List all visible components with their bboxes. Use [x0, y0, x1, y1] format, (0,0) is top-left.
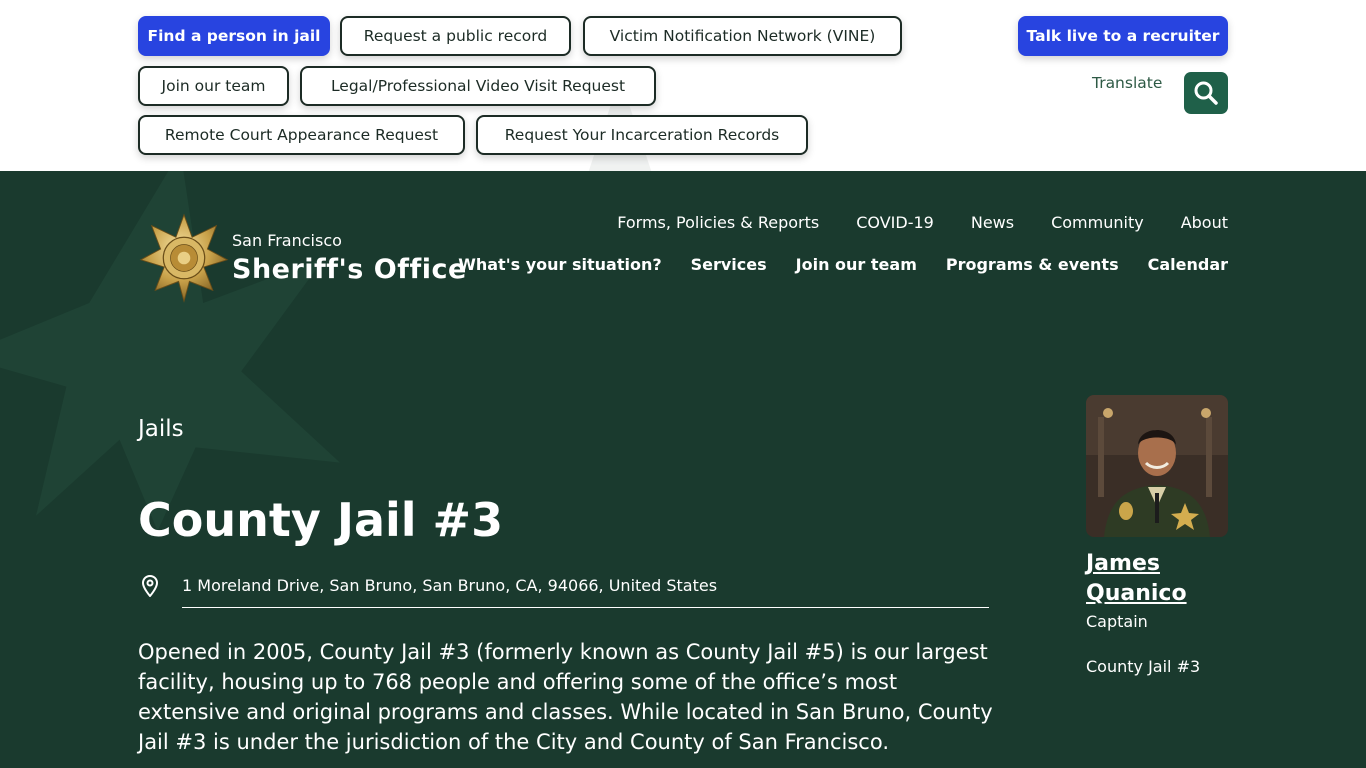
primary-nav: Forms, Policies & Reports COVID-19 News … [617, 213, 1228, 232]
nav-forms-policies-reports[interactable]: Forms, Policies & Reports [617, 213, 819, 232]
nav-community[interactable]: Community [1051, 213, 1144, 232]
nav-whats-your-situation[interactable]: What's your situation? [458, 255, 661, 274]
join-our-team-button[interactable]: Join our team [138, 66, 289, 106]
captain-photo [1086, 395, 1228, 537]
contact-facility: County Jail #3 [1086, 657, 1201, 676]
vine-button[interactable]: Victim Notification Network (VINE) [583, 16, 902, 56]
nav-calendar[interactable]: Calendar [1148, 255, 1228, 274]
brand-name: Sheriff's Office [232, 254, 467, 285]
remote-court-appearance-button[interactable]: Remote Court Appearance Request [138, 115, 465, 155]
nav-programs-events[interactable]: Programs & events [946, 255, 1119, 274]
search-icon [1194, 81, 1218, 105]
map-pin-icon [142, 575, 158, 597]
site-logo[interactable]: San Francisco Sheriff's Office [138, 213, 467, 303]
incarceration-records-button[interactable]: Request Your Incarceration Records [476, 115, 808, 155]
nav-join-our-team[interactable]: Join our team [796, 255, 917, 274]
brand-city: San Francisco [232, 231, 342, 250]
portrait-image [1086, 395, 1228, 537]
sheriff-star-badge-icon [139, 213, 229, 303]
video-visit-request-button[interactable]: Legal/Professional Video Visit Request [300, 66, 656, 106]
talk-to-recruiter-button[interactable]: Talk live to a recruiter [1018, 16, 1228, 56]
page-title: County Jail #3 [138, 493, 504, 547]
nav-news[interactable]: News [971, 213, 1014, 232]
find-person-in-jail-button[interactable]: Find a person in jail [138, 16, 330, 56]
facility-description: Opened in 2005, County Jail #3 (formerly… [138, 640, 993, 754]
translate-link[interactable]: Translate [1092, 74, 1162, 92]
nav-services[interactable]: Services [691, 255, 767, 274]
address-divider [182, 607, 989, 608]
utility-bar: Find a person in jail Request a public r… [0, 0, 1366, 171]
breadcrumb[interactable]: Jails [138, 416, 184, 442]
contact-card: James Quanico Captain County Jail #3 [1086, 395, 1228, 676]
nav-covid-19[interactable]: COVID-19 [856, 213, 934, 232]
address-row: 1 Moreland Drive, San Bruno, San Bruno, … [138, 567, 989, 608]
nav-about[interactable]: About [1181, 213, 1228, 232]
secondary-nav: What's your situation? Services Join our… [458, 255, 1228, 274]
address-text: 1 Moreland Drive, San Bruno, San Bruno, … [182, 576, 718, 595]
main-content: San Francisco Sheriff's Office Forms, Po… [0, 171, 1366, 768]
request-public-record-button[interactable]: Request a public record [340, 16, 571, 56]
search-button[interactable] [1184, 72, 1228, 114]
contact-rank: Captain [1086, 612, 1148, 631]
contact-name-link[interactable]: James Quanico [1086, 549, 1228, 609]
